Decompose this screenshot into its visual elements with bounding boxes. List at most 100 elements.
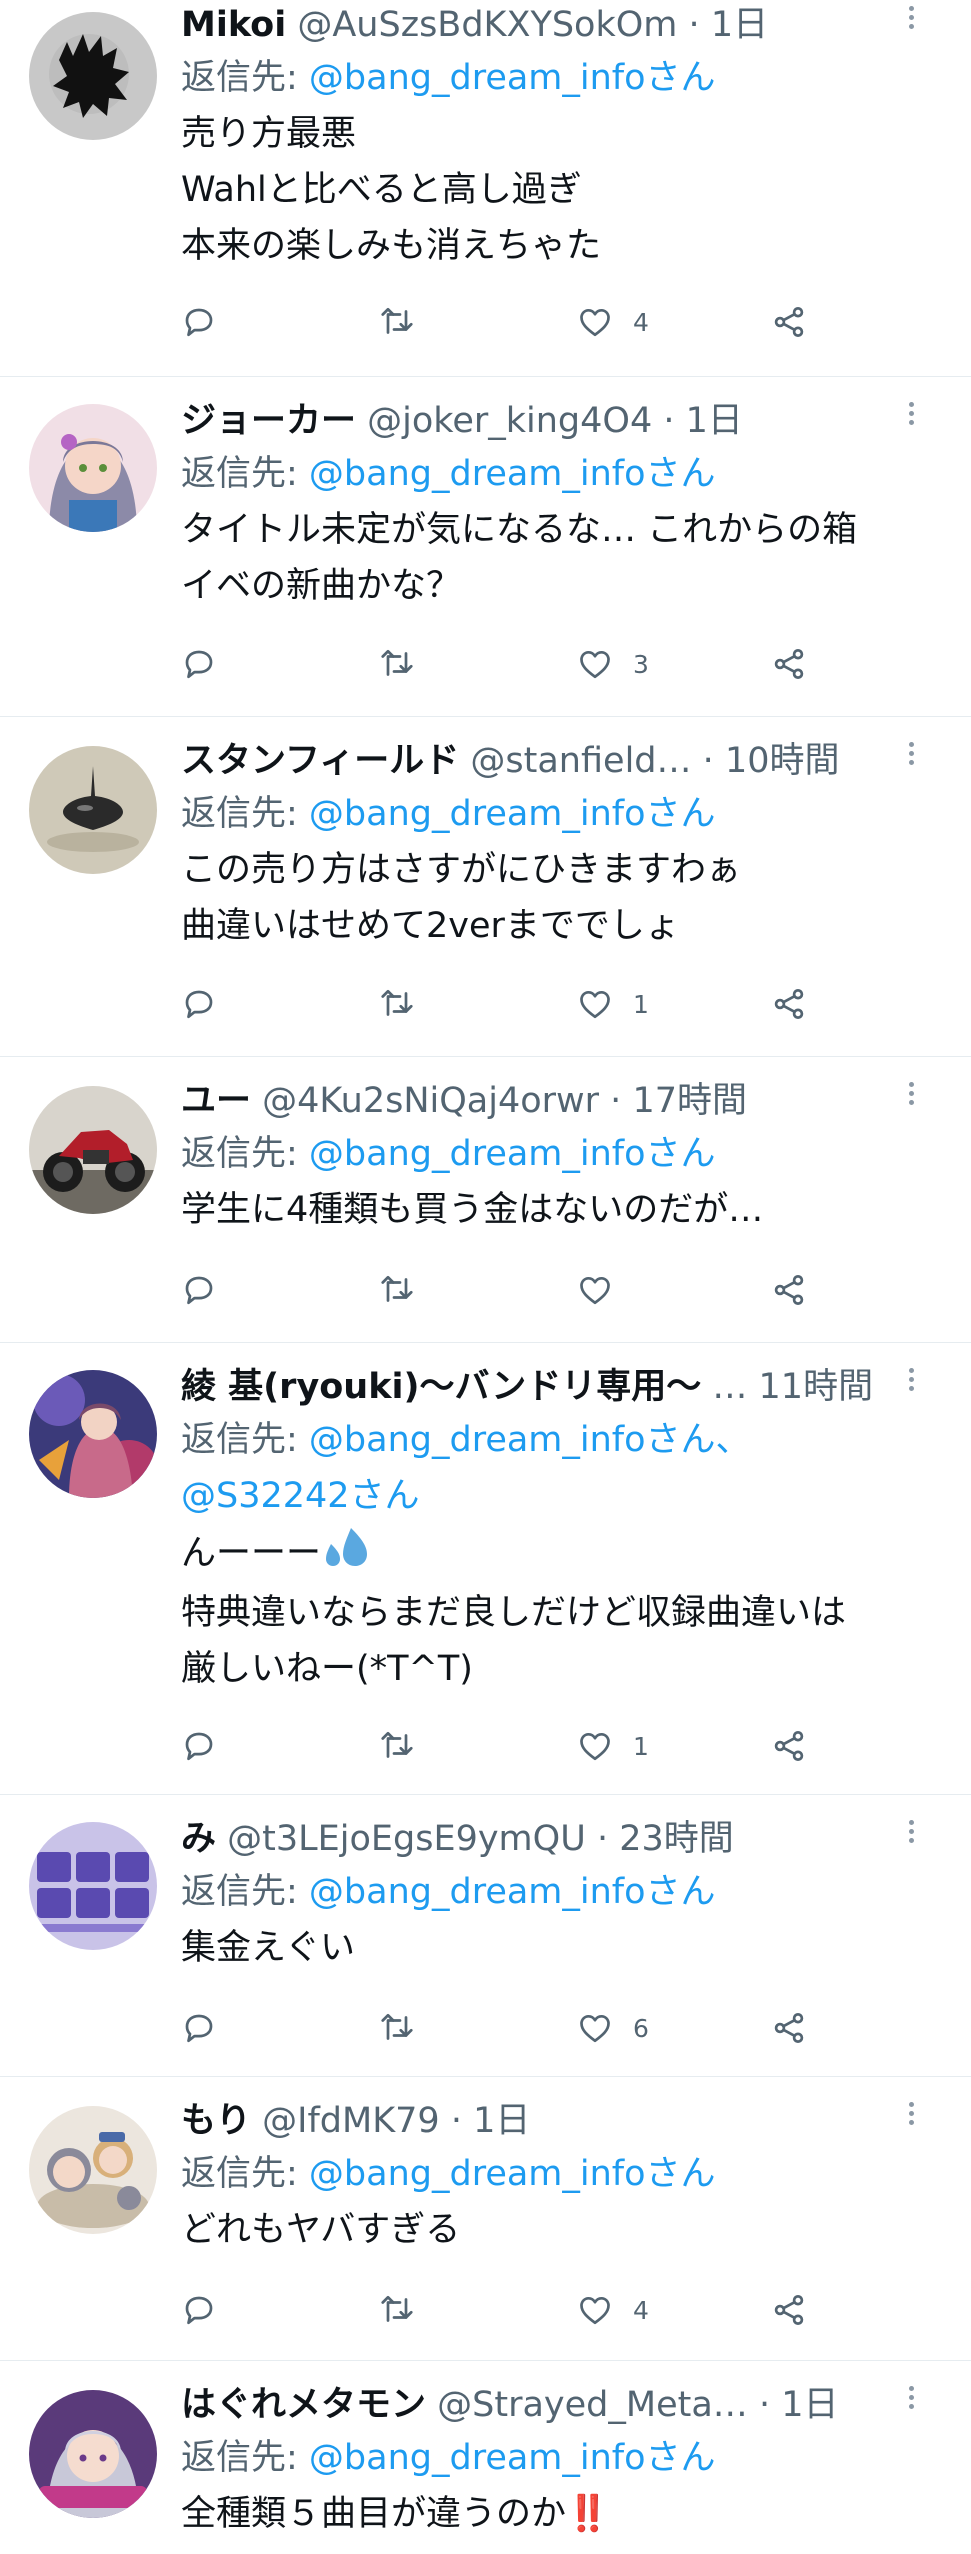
user-handle[interactable]: @4Ku2sNiQaj4orwr [262, 1081, 599, 1121]
share-button[interactable] [771, 1270, 807, 1310]
timestamp[interactable]: 1日 [711, 5, 768, 45]
retweet-button[interactable] [379, 984, 415, 1024]
mention-link[interactable]: @bang_dream_infoさん [309, 58, 716, 98]
avatar[interactable] [29, 746, 157, 874]
display-name[interactable]: み [181, 1819, 216, 1859]
like-button[interactable]: 4 [577, 2290, 649, 2330]
user-handle[interactable]: … [712, 1367, 747, 1407]
tweet-line: 特典違いならまだ良しだけど収録曲違いは [181, 1593, 847, 1633]
user-handle[interactable]: @AuSzsBdKXYSokOm [297, 5, 677, 45]
more-vertical-icon[interactable] [891, 1362, 931, 1412]
reply-to: 返信先: @bang_dream_infoさん [181, 1126, 931, 1182]
like-button[interactable]: 1 [577, 1726, 649, 1766]
reply-to: 返信先: @bang_dream_infoさん、 @S32242さん [181, 1412, 931, 1524]
user-handle[interactable]: @t3LEjoEgsE9ymQU [227, 1819, 586, 1859]
more-vertical-icon[interactable] [891, 1076, 931, 1126]
display-name[interactable]: Mikoi [181, 5, 286, 45]
tweet-header: もり @IfdMK79 · 1日 [181, 2096, 931, 2146]
retweet-button[interactable] [379, 1270, 415, 1310]
timestamp[interactable]: 1日 [781, 2385, 838, 2425]
avatar[interactable] [29, 1370, 157, 1498]
reply-tweet[interactable]: ユー @4Ku2sNiQaj4orwr · 17時間 返信先: @bang_dr… [0, 1056, 971, 1343]
retweet-button[interactable] [379, 1726, 415, 1766]
avatar[interactable] [29, 1822, 157, 1950]
display-name[interactable]: もり [181, 2101, 251, 2141]
share-icon [774, 1731, 804, 1761]
share-icon [774, 989, 804, 1019]
tweet-header: ユー @4Ku2sNiQaj4orwr · 17時間 [181, 1076, 931, 1126]
tweet-header: Mikoi @AuSzsBdKXYSokOm · 1日 [181, 0, 931, 50]
reply-button[interactable] [181, 2290, 217, 2330]
timestamp[interactable]: 17時間 [632, 1081, 747, 1121]
user-handle[interactable]: @stanfield… [470, 741, 691, 781]
reply-to-label: 返信先: [181, 1872, 309, 1912]
retweet-button[interactable] [379, 2290, 415, 2330]
share-button[interactable] [771, 1726, 807, 1766]
share-button[interactable] [771, 2290, 807, 2330]
timestamp[interactable]: 23時間 [619, 1819, 734, 1859]
reply-tweet[interactable]: Mikoi @AuSzsBdKXYSokOm · 1日 返信先: @bang_d… [0, 0, 971, 377]
mention-link[interactable]: @bang_dream_infoさん [309, 794, 716, 834]
share-button[interactable] [771, 644, 807, 684]
display-name[interactable]: はぐれメタモン [181, 2385, 426, 2425]
avatar[interactable] [29, 2390, 157, 2518]
mention-link[interactable]: @S32242さん [181, 1476, 420, 1516]
share-button[interactable] [771, 984, 807, 1024]
timestamp[interactable]: 1日 [686, 401, 743, 441]
mention-link[interactable]: @bang_dream_infoさん [309, 1134, 716, 1174]
like-button[interactable] [577, 1270, 633, 1310]
share-button[interactable] [771, 302, 807, 342]
like-button[interactable]: 1 [577, 984, 649, 1024]
more-vertical-icon[interactable] [891, 396, 931, 446]
timestamp[interactable]: 1日 [473, 2101, 530, 2141]
like-button[interactable]: 3 [577, 644, 649, 684]
more-vertical-icon[interactable] [891, 736, 931, 786]
display-name[interactable]: 綾 基(ryouki)〜バンドリ専用〜 [181, 1367, 701, 1407]
avatar[interactable] [29, 2106, 157, 2234]
like-button[interactable]: 4 [577, 302, 649, 342]
avatar[interactable] [29, 12, 157, 140]
share-button[interactable] [771, 2008, 807, 2048]
reply-tweet[interactable]: ジョーカー @joker_king4O4 · 1日 返信先: @bang_dre… [0, 376, 971, 717]
reply-tweet[interactable]: 綾 基(ryouki)〜バンドリ専用〜 … 11時間 返信先: @bang_dr… [0, 1342, 971, 1795]
mention-link[interactable]: @bang_dream_infoさん [309, 454, 716, 494]
reply-button[interactable] [181, 644, 217, 684]
like-count: 1 [633, 1731, 649, 1761]
more-vertical-icon[interactable] [891, 1814, 931, 1864]
reply-tweet[interactable]: もり @IfdMK79 · 1日 返信先: @bang_dream_infoさん… [0, 2076, 971, 2361]
display-name[interactable]: ユー [181, 1081, 251, 1121]
more-vertical-icon[interactable] [891, 2380, 931, 2430]
timestamp[interactable]: 11時間 [759, 1367, 874, 1407]
display-name[interactable]: スタンフィールド [181, 741, 459, 781]
avatar[interactable] [29, 404, 157, 532]
user-handle[interactable]: @Strayed_Meta… [437, 2385, 748, 2425]
like-count: 4 [633, 307, 649, 337]
mention-link[interactable]: @bang_dream_infoさん、 [309, 1420, 751, 1460]
reply-tweet[interactable]: み @t3LEjoEgsE9ymQU · 23時間 返信先: @bang_dre… [0, 1794, 971, 2077]
user-handle[interactable]: @IfdMK79 [262, 2101, 440, 2141]
mention-link[interactable]: @bang_dream_infoさん [309, 1872, 716, 1912]
avatar[interactable] [29, 1086, 157, 1214]
retweet-button[interactable] [379, 302, 415, 342]
reply-button[interactable] [181, 2008, 217, 2048]
like-button[interactable]: 6 [577, 2008, 649, 2048]
user-handle[interactable]: @joker_king4O4 [367, 401, 652, 441]
mention-link[interactable]: @bang_dream_infoさん [309, 2438, 716, 2478]
timestamp[interactable]: 10時間 [725, 741, 840, 781]
retweet-button[interactable] [379, 2008, 415, 2048]
reply-button[interactable] [181, 302, 217, 342]
tweet-text: んーーー 特典違いならまだ良しだけど収録曲違いは 厳しいねー(*T^T) [181, 1524, 931, 1697]
share-icon [774, 307, 804, 337]
mention-link[interactable]: @bang_dream_infoさん [309, 2154, 716, 2194]
reply-to-label: 返信先: [181, 454, 309, 494]
retweet-button[interactable] [379, 644, 415, 684]
display-name[interactable]: ジョーカー [181, 401, 356, 441]
more-vertical-icon[interactable] [891, 0, 931, 50]
more-vertical-icon[interactable] [891, 2096, 931, 2146]
tweet-header: ジョーカー @joker_king4O4 · 1日 [181, 396, 931, 446]
reply-tweet[interactable]: スタンフィールド @stanfield… · 10時間 返信先: @bang_d… [0, 716, 971, 1057]
reply-button[interactable] [181, 984, 217, 1024]
reply-button[interactable] [181, 1270, 217, 1310]
reply-tweet[interactable]: はぐれメタモン @Strayed_Meta… · 1日 返信先: @bang_d… [0, 2360, 971, 2554]
reply-button[interactable] [181, 1726, 217, 1766]
